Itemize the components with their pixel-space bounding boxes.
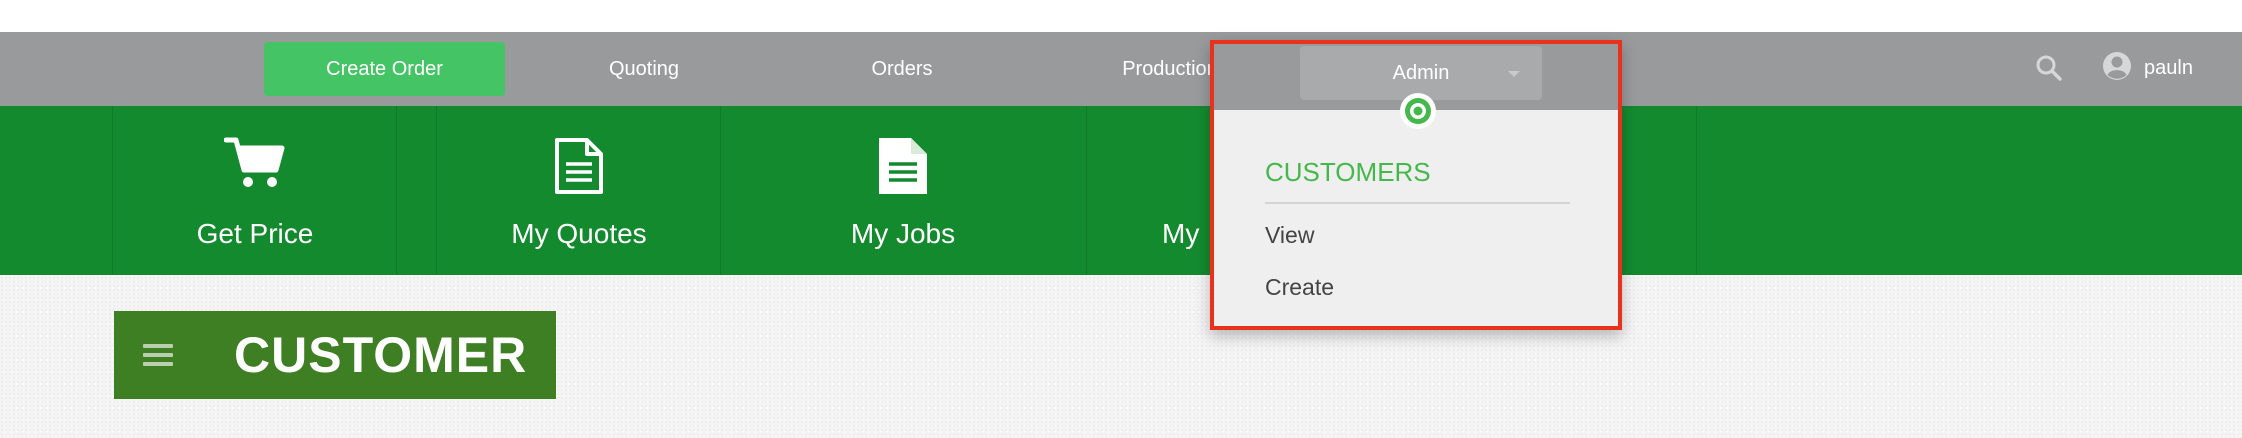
admin-dropdown: Admin CUSTOMERS View Create — [1210, 40, 1622, 330]
target-icon — [1399, 92, 1437, 130]
menu-item-create[interactable]: Create — [1265, 274, 1334, 301]
top-strip — [0, 0, 2242, 32]
quick-actions-bar: Get Price My Quotes My Jobs My — [0, 106, 2242, 275]
my-quotes-tile[interactable]: My Quotes — [438, 106, 720, 275]
customers-section-title: CUSTOMERS — [1265, 157, 1431, 187]
divider — [112, 106, 113, 275]
divider — [720, 106, 721, 275]
page-header: CUSTOMER — [114, 311, 556, 399]
hamburger-icon[interactable] — [114, 311, 202, 399]
my-quotes-label: My Quotes — [511, 218, 647, 249]
my-partial-label: My — [1162, 218, 1200, 249]
nav-quoting[interactable]: Quoting — [548, 42, 740, 96]
page-title: CUSTOMER — [234, 327, 528, 383]
get-price-label: Get Price — [196, 218, 314, 249]
top-navbar: Create Order Quoting Orders Production p… — [0, 32, 2242, 106]
create-order-button[interactable]: Create Order — [264, 42, 505, 96]
chevron-down-icon — [1508, 71, 1520, 77]
user-menu[interactable]: pauln — [2102, 50, 2193, 86]
divider — [1696, 106, 1697, 275]
menu-item-view[interactable]: View — [1265, 222, 1314, 249]
nav-admin-label: Admin — [1392, 61, 1450, 84]
nav-orders[interactable]: Orders — [806, 42, 998, 96]
cart-icon — [223, 106, 286, 195]
user-name: pauln — [2144, 56, 2193, 79]
document-filled-icon — [877, 106, 929, 201]
section-divider — [1265, 202, 1570, 204]
my-jobs-tile[interactable]: My Jobs — [762, 106, 1044, 275]
my-jobs-label: My Jobs — [850, 218, 956, 249]
search-icon[interactable] — [2034, 53, 2064, 83]
divider — [436, 106, 437, 275]
get-price-tile[interactable]: Get Price — [114, 106, 396, 275]
document-outline-icon — [553, 106, 605, 201]
user-circle-icon — [2102, 51, 2132, 86]
divider — [396, 106, 397, 275]
